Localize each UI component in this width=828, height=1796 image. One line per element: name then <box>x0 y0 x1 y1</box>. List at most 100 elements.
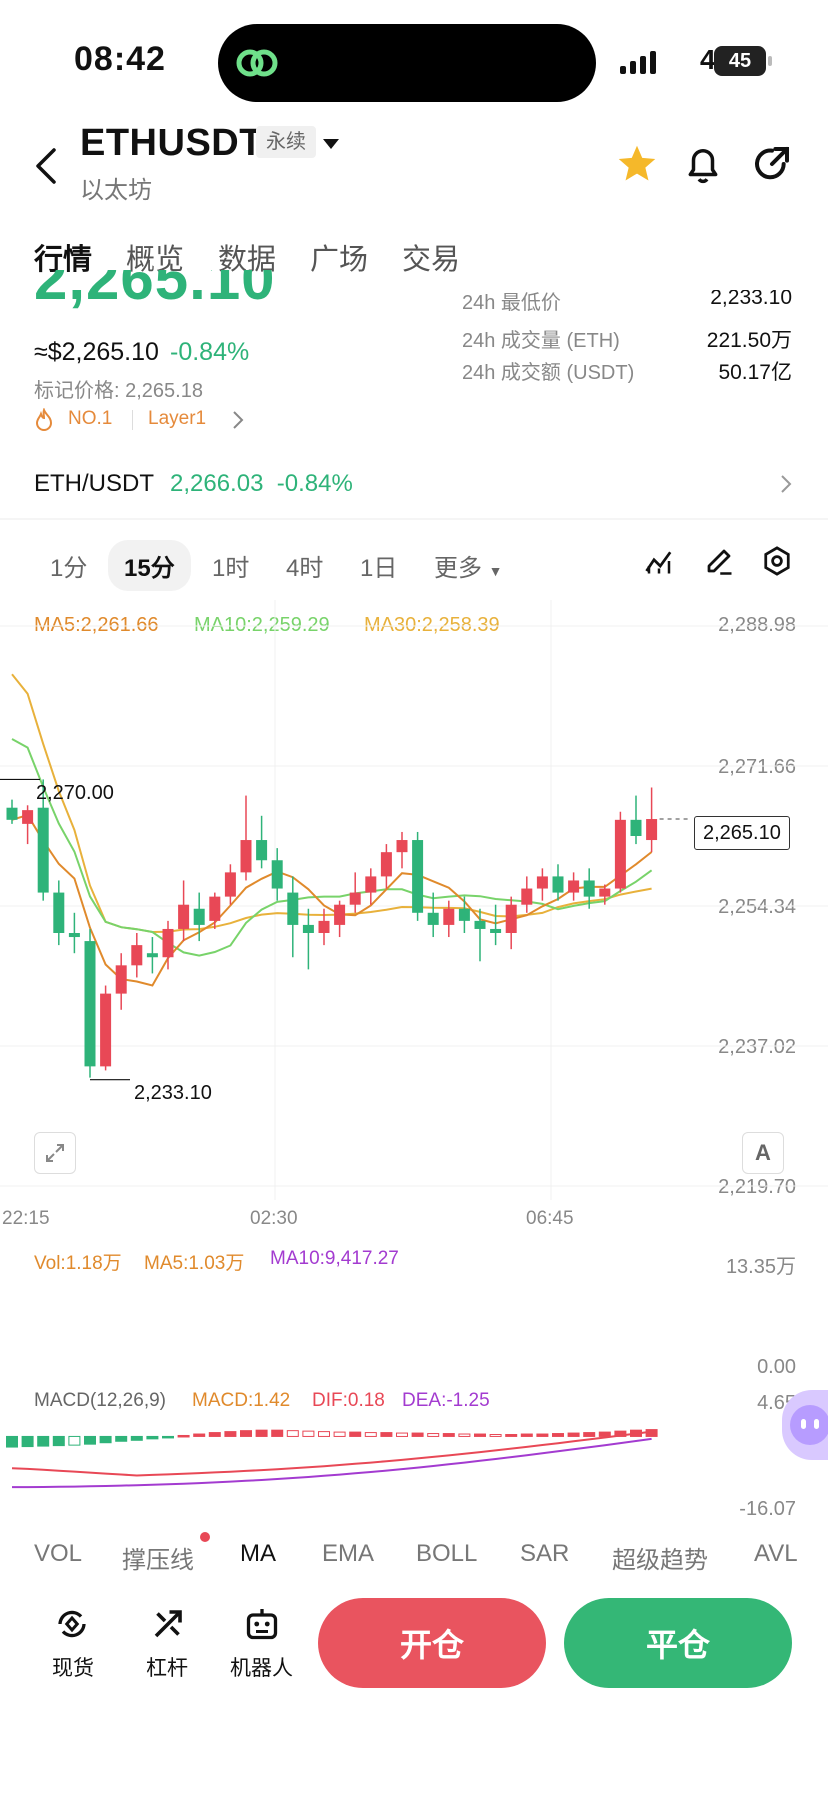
dea-value: DEA:-1.25 <box>402 1390 490 1411</box>
candle-body <box>505 904 517 933</box>
candle-body <box>37 807 49 893</box>
candle-body <box>365 876 377 893</box>
draw-icon[interactable] <box>704 546 734 576</box>
ma10-line <box>11 738 653 957</box>
candle-body <box>599 888 611 897</box>
bell-icon[interactable] <box>684 144 722 186</box>
macd-histogram-bar <box>162 1435 174 1439</box>
macd-histogram-bar <box>583 1432 596 1437</box>
candle-body <box>614 819 626 889</box>
leverage-label[interactable]: 杠杆 <box>146 1652 188 1682</box>
spot-pair-row[interactable]: ETH/USDT 2,266.03 -0.84% <box>0 456 828 514</box>
candle-body <box>193 908 205 925</box>
candle-body <box>568 880 580 893</box>
pair-subtitle: 以太坊 <box>80 177 152 204</box>
spot-icon[interactable] <box>54 1606 90 1642</box>
stat-value: 2,233.10 <box>710 290 792 309</box>
macd-histogram-bar <box>177 1434 190 1438</box>
indicator-icon[interactable] <box>644 546 674 576</box>
star-icon[interactable] <box>616 144 658 184</box>
macd-histogram-bar <box>598 1431 611 1437</box>
stat-label: 24h 成交额 (USDT) <box>462 362 635 384</box>
macd-histogram-bar <box>286 1430 299 1437</box>
indicator-boll[interactable]: BOLL <box>416 1540 477 1568</box>
timeframe-1h[interactable]: 1时 <box>212 548 249 583</box>
candlestick-chart[interactable] <box>0 600 828 1200</box>
expand-button[interactable] <box>34 1132 76 1174</box>
indicator-support[interactable]: 撑压线 <box>122 1540 194 1575</box>
tab-trade[interactable]: 交易 <box>402 236 460 278</box>
indicator-sar[interactable]: SAR <box>520 1540 569 1568</box>
timeframe-1d[interactable]: 1日 <box>360 548 397 583</box>
rank-tag[interactable]: NO.1 <box>68 408 112 430</box>
candle-body <box>583 880 595 897</box>
tag-divider <box>132 410 133 430</box>
spot-price-value: 2,266.03 <box>170 470 264 497</box>
timeframe-1m[interactable]: 1分 <box>50 548 87 583</box>
macd-histogram-bar <box>364 1432 377 1437</box>
spot-label[interactable]: 现货 <box>52 1652 94 1682</box>
candle-body <box>458 908 470 921</box>
auto-scale-button[interactable]: A <box>742 1132 784 1174</box>
indicator-vol[interactable]: VOL <box>34 1540 82 1568</box>
open-position-button[interactable]: 开仓 <box>318 1598 546 1688</box>
pair-title[interactable]: ETHUSDT <box>80 122 263 165</box>
back-icon[interactable] <box>34 148 58 184</box>
macd-histogram-bar <box>302 1430 315 1437</box>
macd-histogram-bar <box>130 1435 143 1441</box>
timeframe-more[interactable]: 更多 ▼ <box>434 548 503 583</box>
vol-ma5-legend: MA5:1.03万 <box>144 1253 245 1274</box>
candle-body <box>256 840 268 861</box>
battery-level: 45 <box>728 49 752 72</box>
spot-change: -0.84% <box>276 470 353 497</box>
timeframe-15m[interactable]: 15分 <box>108 540 191 591</box>
candle-body <box>349 892 361 905</box>
price-change: -0.84% <box>170 338 250 366</box>
close-position-button[interactable]: 平仓 <box>564 1598 792 1688</box>
new-badge-dot <box>200 1532 210 1542</box>
macd-histogram-bar <box>52 1435 65 1447</box>
tab-square[interactable]: 广场 <box>310 236 368 278</box>
expand-icon <box>46 1144 64 1162</box>
macd-histogram-bar <box>115 1435 128 1442</box>
candle-body <box>162 928 174 958</box>
macd-histogram-bar <box>21 1435 34 1448</box>
spot-price: 2,266.03 -0.84% <box>170 470 353 498</box>
macd-histogram-bar <box>349 1431 362 1437</box>
section-divider <box>0 518 828 520</box>
macd-histogram-bar <box>489 1434 502 1437</box>
stat-label: 24h 最低价 <box>462 292 561 314</box>
indicator-supertrend[interactable]: 超级趋势 <box>612 1540 708 1575</box>
macd-histogram-bar <box>255 1429 268 1437</box>
macd-histogram-bar <box>99 1435 112 1444</box>
leverage-icon[interactable] <box>150 1606 186 1642</box>
candle-body <box>209 896 221 921</box>
caret-down-icon: ▼ <box>488 563 503 579</box>
candle-body <box>552 876 564 893</box>
share-icon[interactable] <box>752 144 792 184</box>
indicator-avl[interactable]: AVL <box>754 1540 798 1568</box>
indicator-ema[interactable]: EMA <box>322 1540 374 1568</box>
robot-label[interactable]: 机器人 <box>230 1652 293 1682</box>
app-link-icon <box>236 49 278 77</box>
battery-icon: 45 <box>714 46 766 76</box>
candle-body <box>427 912 439 925</box>
candle-body <box>240 840 252 873</box>
macd-histogram-bar <box>552 1433 564 1437</box>
indicator-ma[interactable]: MA <box>240 1540 276 1568</box>
macd-title: MACD(12,26,9) <box>34 1390 166 1411</box>
settings-icon[interactable] <box>762 546 792 576</box>
stat-label: 24h 成交量 (ETH) <box>462 330 620 352</box>
caret-down-icon[interactable] <box>322 138 340 150</box>
macd-chart[interactable] <box>0 1410 828 1520</box>
layer-tag[interactable]: Layer1 <box>148 408 206 430</box>
chevron-right-icon[interactable] <box>232 410 244 430</box>
macd-histogram-bar <box>442 1433 455 1437</box>
macd-histogram-bar <box>396 1432 408 1437</box>
x-tick-label: 22:15 <box>2 1208 50 1229</box>
robot-icon[interactable] <box>244 1606 280 1642</box>
macd-histogram-bar <box>474 1433 486 1437</box>
macd-histogram-bar <box>318 1431 330 1437</box>
timeframe-4h[interactable]: 4时 <box>286 548 323 583</box>
dif-value: DIF:0.18 <box>312 1390 385 1411</box>
